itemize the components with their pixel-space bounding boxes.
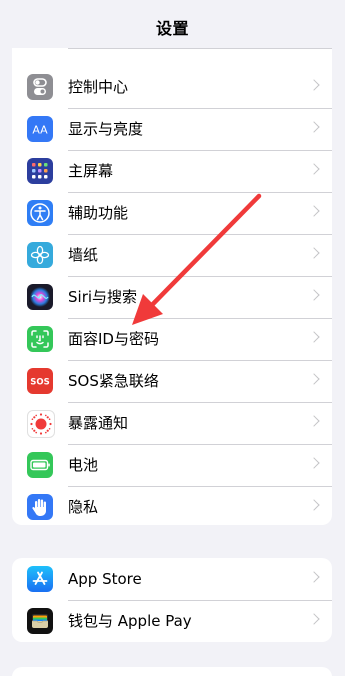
settings-group-main: 控制中心 AA 显示与亮度 主屏幕 辅助功能 墙纸 Siri与搜索 面容ID与密…	[12, 24, 332, 525]
chevron-right-icon	[308, 121, 320, 133]
settings-group-store: App Store 钱包与 Apple Pay	[12, 558, 332, 642]
settings-row-siri-search[interactable]: Siri与搜索	[12, 276, 332, 318]
battery-icon	[27, 452, 53, 478]
svg-text:AA: AA	[32, 124, 48, 137]
chevron-right-icon	[308, 373, 320, 385]
home-screen-icon	[27, 158, 53, 184]
chevron-right-icon	[308, 163, 320, 175]
sos-icon-text: SOS	[30, 378, 49, 388]
chevron-right-icon	[308, 289, 320, 301]
chevron-right-icon	[308, 499, 320, 511]
settings-row-control-center[interactable]: 控制中心	[12, 66, 332, 108]
row-label: 显示与亮度	[68, 120, 144, 138]
settings-row-battery[interactable]: 电池	[12, 444, 332, 486]
row-label: 控制中心	[68, 78, 129, 96]
row-label: 主屏幕	[68, 162, 114, 180]
settings-row-face-id-passcode[interactable]: 面容ID与密码	[12, 318, 332, 360]
settings-row-accessibility[interactable]: 辅助功能	[12, 192, 332, 234]
sos-icon: SOS	[27, 368, 53, 394]
chevron-right-icon	[308, 613, 320, 625]
settings-row-privacy[interactable]: 隐私	[12, 486, 332, 525]
face-id-icon	[27, 326, 53, 352]
row-label: 辅助功能	[68, 204, 129, 222]
chevron-right-icon	[308, 571, 320, 583]
settings-row-wallet-apple-pay[interactable]: 钱包与 Apple Pay	[12, 600, 332, 642]
wallpaper-icon	[27, 242, 53, 268]
privacy-hand-icon	[27, 494, 53, 520]
display-brightness-icon: AA	[27, 116, 53, 142]
settings-row-exposure-notifications[interactable]: 暴露通知	[12, 402, 332, 444]
settings-row-app-store[interactable]: App Store	[12, 558, 332, 600]
row-label: 钱包与 Apple Pay	[68, 612, 192, 630]
chevron-right-icon	[308, 247, 320, 259]
chevron-right-icon	[308, 205, 320, 217]
chevron-right-icon	[308, 79, 320, 91]
navigation-bar: 设置	[0, 0, 345, 48]
control-center-icon	[27, 74, 53, 100]
settings-row-display-brightness[interactable]: AA 显示与亮度	[12, 108, 332, 150]
settings-row-wallpaper[interactable]: 墙纸	[12, 234, 332, 276]
app-store-icon	[27, 566, 53, 592]
settings-row-home-screen[interactable]: 主屏幕	[12, 150, 332, 192]
row-label: App Store	[68, 570, 142, 588]
settings-row-emergency-sos[interactable]: SOS SOS紧急联络	[12, 360, 332, 402]
row-label: 面容ID与密码	[68, 330, 159, 348]
siri-icon	[27, 284, 53, 310]
exposure-notification-icon	[27, 410, 55, 438]
accessibility-icon	[27, 200, 53, 226]
chevron-right-icon	[308, 415, 320, 427]
row-label: 隐私	[68, 498, 99, 516]
row-label: 墙纸	[68, 246, 99, 264]
page-title: 设置	[155, 19, 189, 38]
row-label: 暴露通知	[68, 414, 129, 432]
wallet-icon	[27, 608, 53, 634]
chevron-right-icon	[308, 331, 320, 343]
settings-group-next	[12, 667, 332, 676]
settings-screen: 设置 控制中心 AA 显示与亮度 主屏幕 辅助功能 墙纸 Siri与搜索 面容I…	[0, 0, 345, 676]
row-label: 电池	[68, 456, 99, 474]
row-label: Siri与搜索	[68, 288, 138, 306]
row-label: SOS紧急联络	[68, 372, 159, 390]
chevron-right-icon	[308, 457, 320, 469]
